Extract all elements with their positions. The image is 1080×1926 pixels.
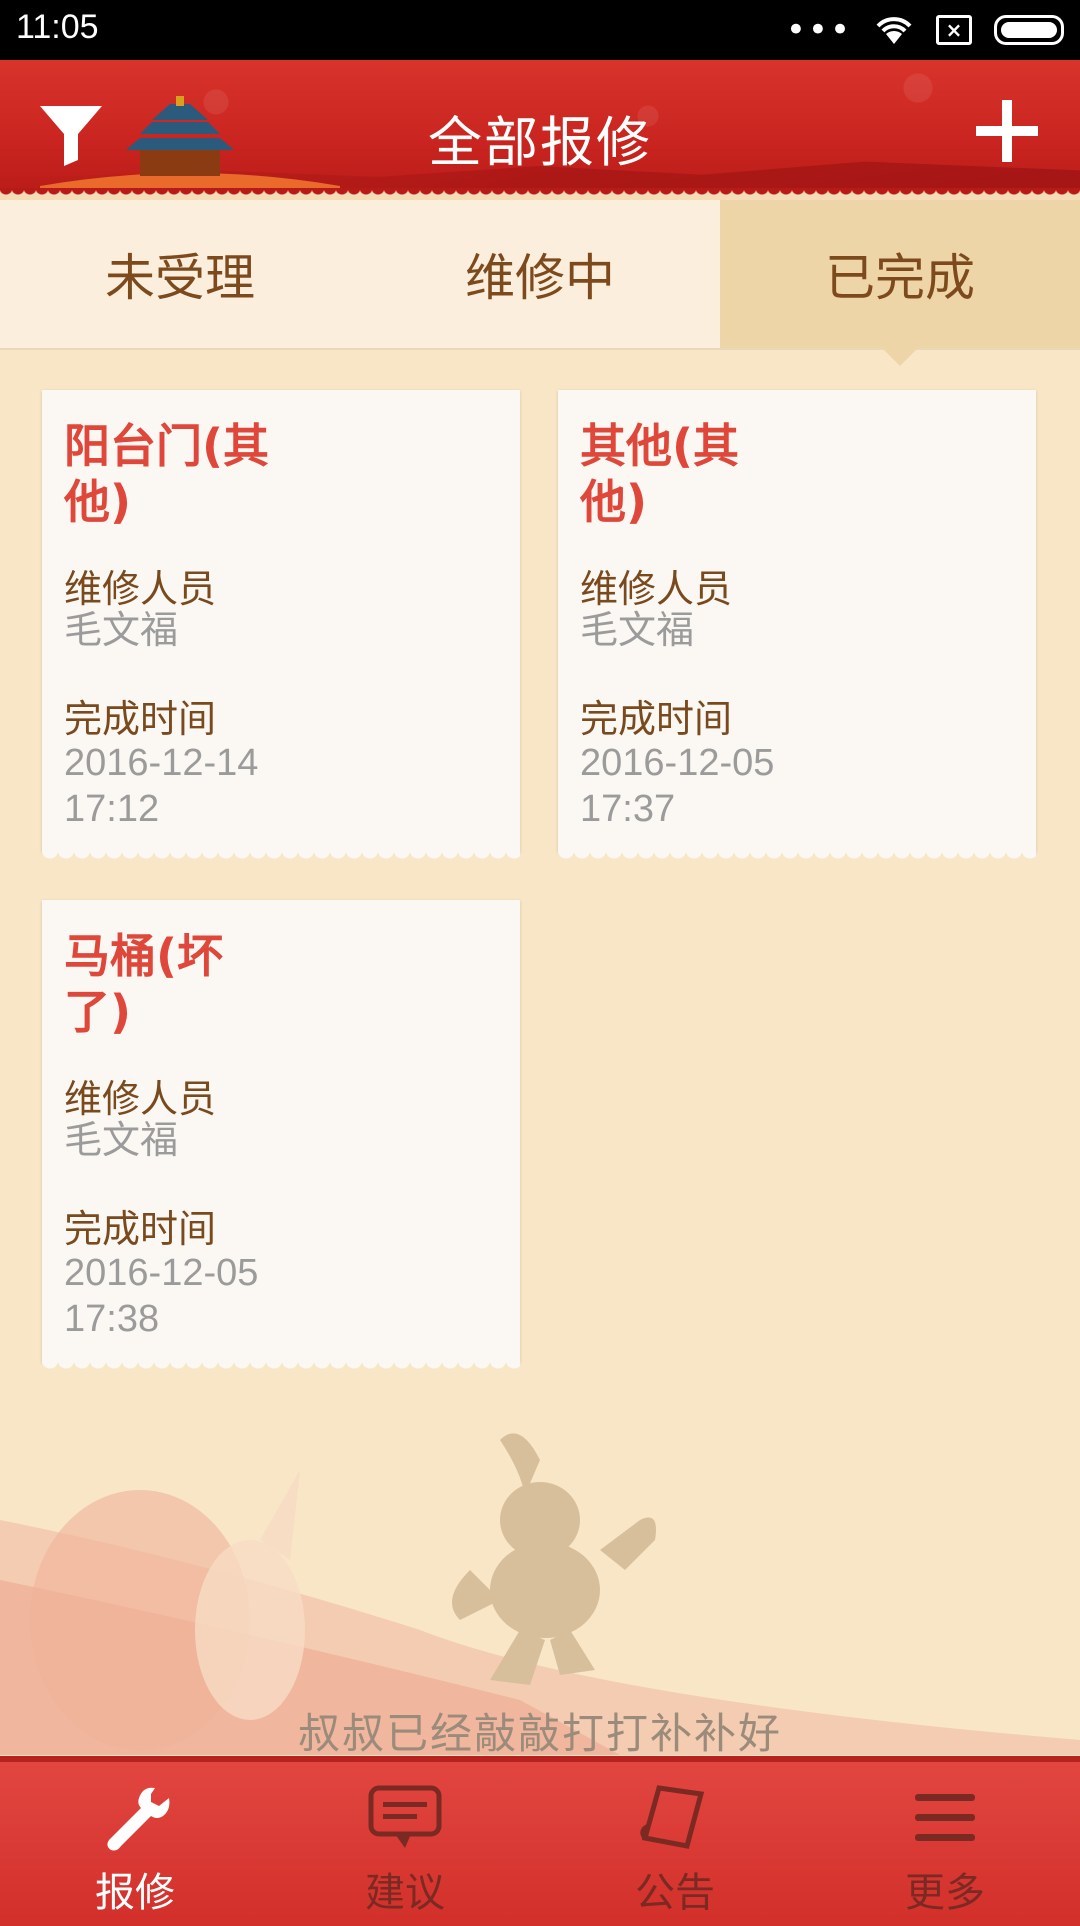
status-bar: 11:05 ••• × — [0, 0, 1080, 60]
tab-unaccepted[interactable]: 未受理 — [0, 200, 360, 348]
no-sim-icon: × — [936, 15, 972, 45]
completion-date: 2016-12-05 — [64, 1252, 259, 1294]
page-title: 全部报修 — [428, 111, 652, 174]
completion-time: 17:38 — [64, 1298, 160, 1340]
worker-label: 维修人员 — [64, 1077, 217, 1121]
wrench-icon — [107, 1787, 170, 1851]
nav-repair[interactable]: 报修 — [0, 1762, 270, 1926]
card-title: 阳台门(其 他) — [64, 419, 270, 529]
worker-name: 毛文福 — [64, 1120, 179, 1162]
footer-message: 叔叔已经敲敲打打补补好 — [297, 1709, 782, 1758]
worker-name: 毛文福 — [580, 610, 695, 652]
time-label: 完成时间 — [580, 697, 733, 741]
worker-label: 维修人员 — [64, 567, 217, 611]
nav-label: 更多 — [905, 1870, 985, 1916]
nav-notice[interactable]: 公告 — [540, 1762, 810, 1926]
completion-date: 2016-12-05 — [580, 742, 775, 784]
wifi-icon — [876, 17, 912, 44]
app-header: 全部报修 — [0, 60, 1080, 200]
status-tabs: 未受理 维修中 已完成 — [0, 200, 1080, 366]
tab-completed[interactable]: 已完成 — [720, 200, 1080, 366]
status-time: 11:05 — [16, 8, 99, 46]
time-label: 完成时间 — [64, 1207, 217, 1251]
card-title: 马桶(坏 了) — [64, 929, 224, 1039]
completion-date: 2016-12-14 — [64, 742, 259, 784]
completion-time: 17:37 — [580, 788, 676, 830]
rabbit-mascot-icon — [452, 1433, 656, 1685]
more-dots-icon: ••• — [785, 10, 852, 50]
worker-label: 维修人员 — [580, 567, 733, 611]
repair-card[interactable]: 马桶(坏 了) 维修人员 毛文福 完成时间 2016-12-05 17:38 — [42, 900, 520, 1372]
nav-label: 报修 — [95, 1870, 175, 1916]
notice-icon — [640, 1785, 705, 1849]
battery-icon — [994, 15, 1064, 45]
time-label: 完成时间 — [64, 697, 217, 741]
chat-bubble-icon — [368, 1785, 442, 1848]
nav-label: 建议 — [365, 1870, 445, 1916]
completion-time: 17:12 — [64, 788, 160, 830]
nav-more[interactable]: 更多 — [810, 1762, 1080, 1926]
repair-card[interactable]: 阳台门(其 他) 维修人员 毛文福 完成时间 2016-12-14 17:12 — [42, 390, 520, 862]
worker-name: 毛文福 — [64, 610, 179, 652]
bottom-nav: 报修 建议 公告 更多 — [0, 1756, 1080, 1926]
nav-suggestion[interactable]: 建议 — [270, 1762, 540, 1926]
header-scallop — [0, 188, 1080, 200]
menu-icon — [915, 1794, 975, 1841]
repair-card[interactable]: 其他(其 他) 维修人员 毛文福 完成时间 2016-12-05 17:37 — [558, 390, 1036, 862]
nav-label: 公告 — [635, 1870, 715, 1916]
tab-in-repair[interactable]: 维修中 — [360, 200, 720, 348]
add-icon[interactable] — [974, 98, 1040, 164]
status-icons: ••• × — [786, 10, 1064, 50]
card-title: 其他(其 他) — [580, 419, 740, 529]
